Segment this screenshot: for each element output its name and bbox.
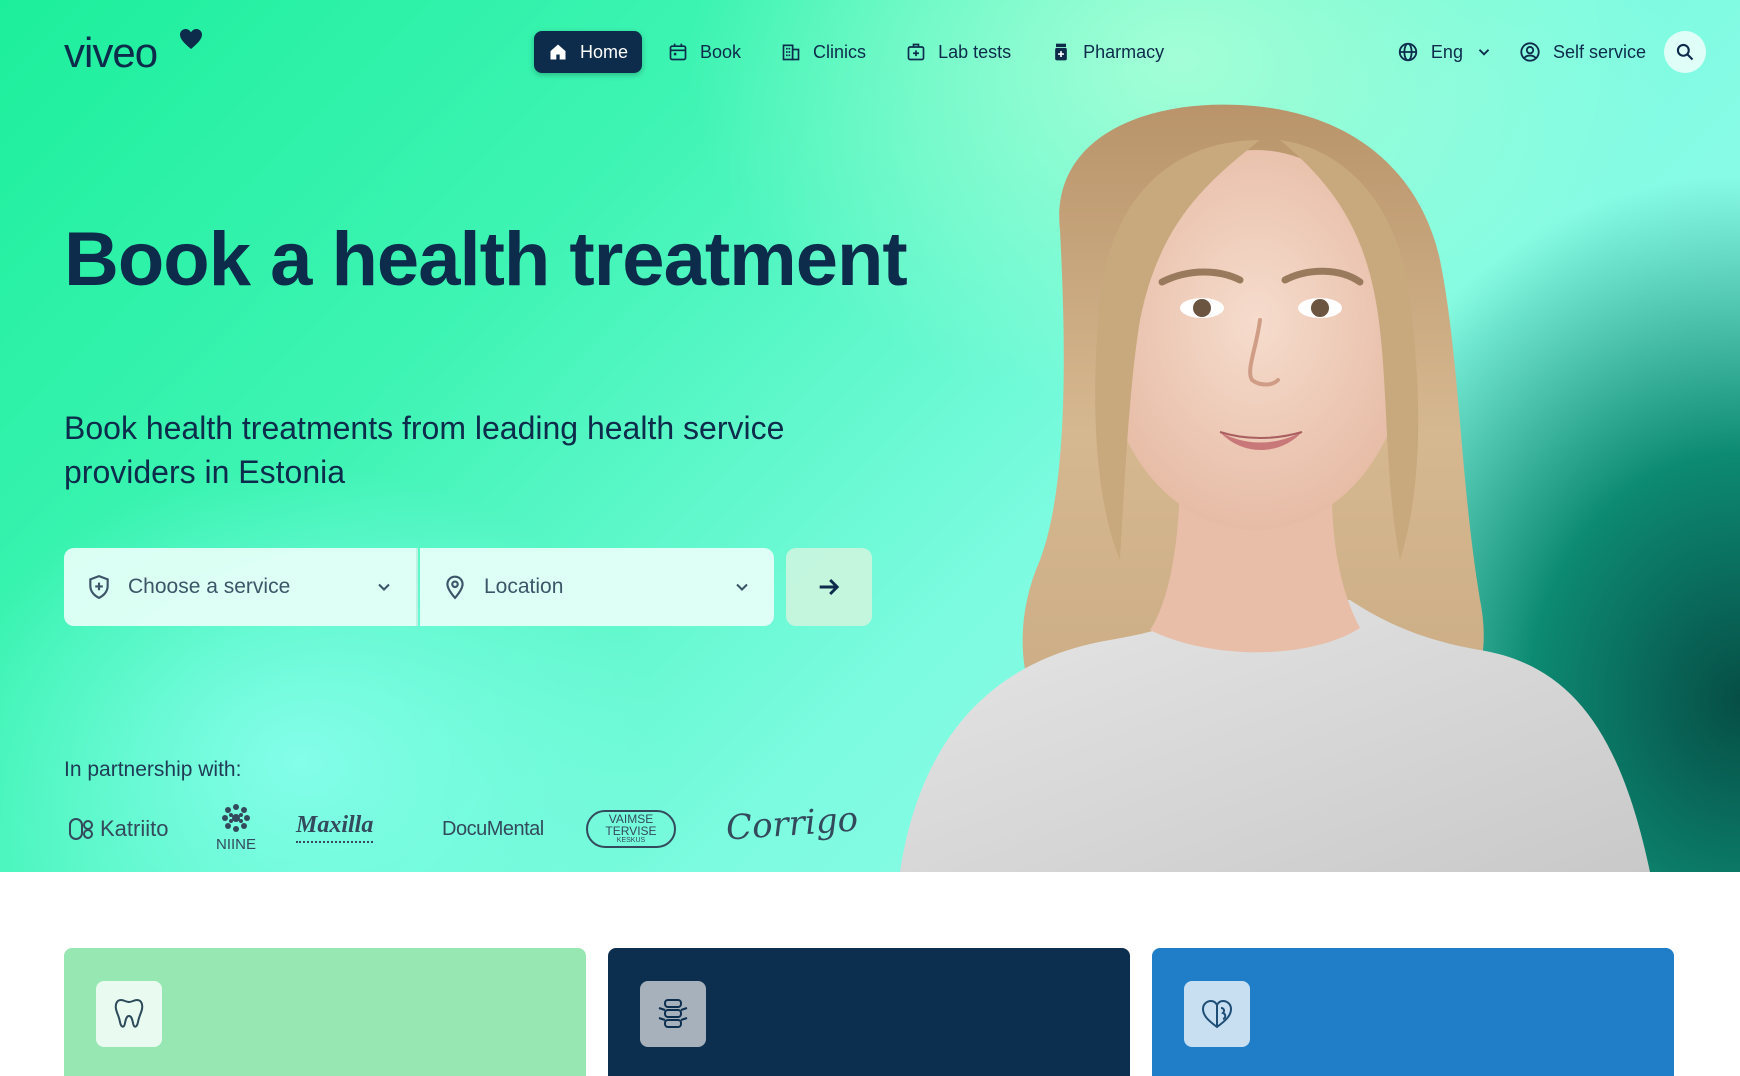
home-icon <box>550 44 566 60</box>
katriito-logo-icon <box>69 818 93 840</box>
viveo-logo[interactable]: viveo <box>64 28 204 76</box>
partner-corrigo-text: Corrigo <box>724 799 860 849</box>
service-select-placeholder: Choose a service <box>128 575 291 598</box>
search-submit-button[interactable] <box>786 548 872 626</box>
partner-logo-documental[interactable]: DocuMental <box>442 818 544 841</box>
nav-item-label: Home <box>580 41 629 62</box>
map-pin-icon <box>446 575 464 600</box>
chevron-down-icon <box>736 583 748 591</box>
building-icon <box>782 44 800 61</box>
partners-label: In partnership with: <box>64 758 242 781</box>
card-icon-box <box>1184 981 1250 1047</box>
partner-logo-corrigo[interactable]: Corrigo <box>725 799 860 848</box>
partner-logo-vaimse-tervise[interactable]: VAIMSE TERVISE KESKUS <box>586 810 676 848</box>
category-card-dental[interactable] <box>64 948 586 1076</box>
partner-vaimse-line3: KESKUS <box>616 837 646 844</box>
hero-section: viveo Home Book Clinics Lab tests Pharma… <box>0 0 1740 872</box>
location-select-placeholder: Location <box>484 575 564 598</box>
arrow-right-icon <box>819 578 840 596</box>
chevron-down-icon <box>378 583 390 591</box>
page-title: Book a health treatment <box>64 217 908 302</box>
partner-logo-niine[interactable]: NIINE <box>208 800 264 853</box>
partner-documental-text: DocuMental <box>442 818 544 840</box>
nav-item-clinics[interactable]: Clinics <box>767 31 880 73</box>
nav-item-book[interactable]: Book <box>654 31 755 73</box>
location-select[interactable]: Location <box>420 548 774 626</box>
category-card-spine[interactable] <box>608 948 1130 1076</box>
booking-form: Choose a service Location <box>64 548 872 626</box>
card-icon-box <box>96 981 162 1047</box>
hero-portrait-image <box>900 104 1650 872</box>
partner-logo-katriito[interactable]: Katriito <box>68 814 168 844</box>
nav-item-label: Book <box>700 41 742 62</box>
service-select[interactable]: Choose a service <box>64 548 418 626</box>
partner-katriito-text: Katriito <box>100 816 169 841</box>
niine-flower-icon <box>222 804 250 832</box>
nav-item-home[interactable]: Home <box>534 31 643 73</box>
partner-vaimse-line2: TERVISE <box>605 824 657 838</box>
partner-niine-text: NIINE <box>215 836 256 853</box>
nav-item-label: Clinics <box>813 41 867 62</box>
category-card-mental-health[interactable] <box>1152 948 1674 1076</box>
card-icon-box <box>640 981 706 1047</box>
tooth-icon <box>114 998 144 1028</box>
calendar-icon <box>669 43 687 61</box>
heart-icon <box>180 29 202 49</box>
logo-text: viveo <box>64 29 158 76</box>
page-subtitle: Book health treatments from leading heal… <box>64 410 785 490</box>
spine-icon <box>658 999 688 1028</box>
partner-logo-maxilla[interactable]: Maxilla <box>296 812 374 843</box>
partners-logos: Katriito NIINE Maxilla DocuMental VAIMSE… <box>64 799 859 860</box>
shield-plus-icon <box>89 575 109 600</box>
brain-heart-icon <box>1201 999 1233 1029</box>
partner-maxilla-text: Maxilla <box>296 812 374 838</box>
